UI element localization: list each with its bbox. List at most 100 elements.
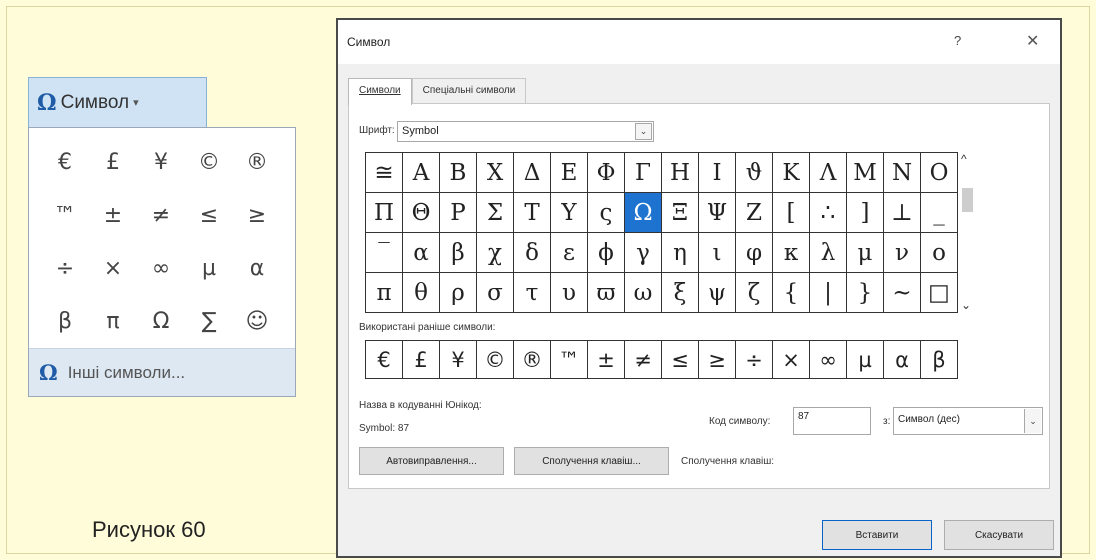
selected-character-cell[interactable]: Ω (625, 193, 662, 233)
quick-symbol-cell[interactable]: α (233, 242, 281, 295)
chevron-down-icon[interactable]: ⌄ (1024, 409, 1041, 433)
recent-symbol-cell[interactable]: ¥ (440, 341, 477, 379)
character-cell[interactable]: Α (403, 153, 440, 193)
recent-symbol-cell[interactable]: α (884, 341, 921, 379)
recent-symbol-cell[interactable]: £ (403, 341, 440, 379)
quick-symbol-cell[interactable]: ± (89, 189, 137, 242)
character-cell[interactable]: Δ (514, 153, 551, 193)
character-cell[interactable]: ϑ (736, 153, 773, 193)
quick-symbol-cell[interactable]: Ω (137, 295, 185, 348)
character-cell[interactable]: Τ (514, 193, 551, 233)
quick-symbol-cell[interactable]: £ (89, 136, 137, 189)
character-cell[interactable]: Υ (551, 193, 588, 233)
quick-symbol-cell[interactable]: ™ (41, 189, 89, 242)
character-cell[interactable]: Χ (477, 153, 514, 193)
character-cell[interactable]: ‾ (366, 233, 403, 273)
character-cell[interactable]: σ (477, 273, 514, 313)
character-cell[interactable]: β (440, 233, 477, 273)
cancel-button[interactable]: Скасувати (944, 520, 1054, 550)
quick-symbol-cell[interactable]: ® (233, 136, 281, 189)
character-cell[interactable]: υ (551, 273, 588, 313)
character-cell[interactable]: ] (847, 193, 884, 233)
recent-symbol-cell[interactable]: ÷ (736, 341, 773, 379)
character-cell[interactable]: Β (440, 153, 477, 193)
autocorrect-button[interactable]: Автовиправлення... (359, 447, 504, 475)
character-cell[interactable]: | (810, 273, 847, 313)
character-cell[interactable]: Κ (773, 153, 810, 193)
quick-symbol-cell[interactable]: ÷ (41, 242, 89, 295)
tab-symbols[interactable]: Символи (348, 78, 412, 105)
character-cell[interactable]: ρ (440, 273, 477, 313)
quick-symbol-cell[interactable]: × (89, 242, 137, 295)
recent-symbol-cell[interactable]: ® (514, 341, 551, 379)
character-cell[interactable]: Ρ (440, 193, 477, 233)
character-cell[interactable]: θ (403, 273, 440, 313)
character-cell[interactable]: ν (884, 233, 921, 273)
quick-symbol-cell[interactable]: ∞ (137, 242, 185, 295)
character-cell[interactable]: λ (810, 233, 847, 273)
recent-symbol-cell[interactable]: µ (847, 341, 884, 379)
character-cell[interactable]: Π (366, 193, 403, 233)
quick-symbol-cell[interactable]: ¥ (137, 136, 185, 189)
recent-symbol-cell[interactable]: ± (588, 341, 625, 379)
character-cell[interactable]: ψ (699, 273, 736, 313)
tab-special-characters[interactable]: Спеціальні символи (411, 78, 527, 104)
character-cell[interactable]: ζ (736, 273, 773, 313)
character-cell[interactable]: φ (736, 233, 773, 273)
scroll-down-icon[interactable]: ⌄ (961, 298, 971, 312)
close-button[interactable]: ✕ (1026, 31, 1039, 51)
character-cell[interactable]: ~ (884, 273, 921, 313)
insert-button[interactable]: Вставити (822, 520, 932, 550)
quick-symbol-cell[interactable]: ☺ (233, 295, 281, 348)
character-cell[interactable]: Ζ (736, 193, 773, 233)
quick-symbol-cell[interactable]: € (41, 136, 89, 189)
recent-symbol-cell[interactable]: ≥ (699, 341, 736, 379)
recent-symbol-cell[interactable]: β (921, 341, 958, 379)
symbol-ribbon-button[interactable]: Ω Символ ▾ (28, 77, 207, 128)
quick-symbol-cell[interactable]: ≤ (185, 189, 233, 242)
character-cell[interactable]: Ν (884, 153, 921, 193)
shortcut-key-button[interactable]: Сполучення клавіш... (514, 447, 669, 475)
character-cell[interactable]: Ε (551, 153, 588, 193)
character-cell[interactable]: ι (699, 233, 736, 273)
character-cell[interactable]: ω (625, 273, 662, 313)
char-code-input[interactable]: 87 (793, 407, 871, 435)
recent-symbol-cell[interactable]: ≠ (625, 341, 662, 379)
character-cell[interactable]: [ (773, 193, 810, 233)
character-cell[interactable]: Η (662, 153, 699, 193)
character-cell[interactable]: Ο (921, 153, 958, 193)
chevron-down-icon[interactable]: ⌄ (635, 123, 652, 140)
recent-symbol-cell[interactable]: ™ (551, 341, 588, 379)
quick-symbol-cell[interactable]: µ (185, 242, 233, 295)
character-cell[interactable]: { (773, 273, 810, 313)
quick-symbol-cell[interactable]: ≥ (233, 189, 281, 242)
character-cell[interactable]: ≅ (366, 153, 403, 193)
font-select[interactable]: Symbol ⌄ (397, 121, 654, 142)
scroll-up-icon[interactable]: ^ (961, 152, 967, 166)
character-cell[interactable]: □ (921, 273, 958, 313)
recent-symbol-cell[interactable]: ≤ (662, 341, 699, 379)
scrollbar-thumb[interactable] (962, 188, 973, 212)
quick-symbol-cell[interactable]: © (185, 136, 233, 189)
character-cell[interactable]: γ (625, 233, 662, 273)
quick-symbol-cell[interactable]: ∑ (185, 295, 233, 348)
character-cell[interactable]: τ (514, 273, 551, 313)
character-cell[interactable]: δ (514, 233, 551, 273)
character-cell[interactable]: _ (921, 193, 958, 233)
character-cell[interactable]: } (847, 273, 884, 313)
character-cell[interactable]: Φ (588, 153, 625, 193)
character-cell[interactable]: Θ (403, 193, 440, 233)
character-cell[interactable]: ϖ (588, 273, 625, 313)
character-cell[interactable]: π (366, 273, 403, 313)
character-cell[interactable]: ϕ (588, 233, 625, 273)
quick-symbol-cell[interactable]: π (89, 295, 137, 348)
character-grid-scrollbar[interactable]: ^ ⌄ (959, 152, 975, 314)
character-cell[interactable]: ξ (662, 273, 699, 313)
character-cell[interactable]: Γ (625, 153, 662, 193)
character-cell[interactable]: κ (773, 233, 810, 273)
quick-symbol-cell[interactable]: β (41, 295, 89, 348)
recent-symbol-cell[interactable]: € (366, 341, 403, 379)
character-cell[interactable]: Λ (810, 153, 847, 193)
character-cell[interactable]: ς (588, 193, 625, 233)
help-button[interactable]: ? (954, 33, 961, 48)
